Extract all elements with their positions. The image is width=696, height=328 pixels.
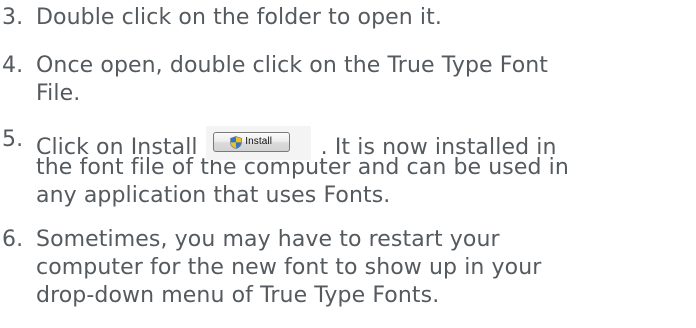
step-text: Once open, double click on the True Type… [36,52,686,108]
step-line: File. [36,81,81,106]
step-text: Double click on the folder to open it. [36,4,686,32]
install-button-screenshot: Install [205,126,311,160]
step-line: Sometimes, you may have to restart your [36,227,500,252]
step-line: drop-down menu of True Type Fonts. [36,283,440,308]
install-button-label: Install [245,136,273,147]
install-button[interactable]: Install [212,132,290,152]
step-line: the font file of the computer and can be… [36,155,569,180]
step-line: Double click on the folder to open it. [36,5,442,30]
step-3: 3. Double click on the folder to open it… [0,4,696,32]
uac-shield-icon [230,135,243,149]
step-number: 6. [2,227,24,252]
step-5: 5. Click on Install Install. It is now in… [0,126,696,210]
step-line-with-button: Click on Install Install. It is now insta… [36,126,686,160]
step-6: 6. Sometimes, you may have to restart yo… [0,226,696,310]
step-text: Click on Install Install. It is now insta… [36,126,686,210]
step-line: computer for the new font to show up in … [36,255,542,280]
step-line: any application that uses Fonts. [36,183,391,208]
step-4: 4. Once open, double click on the True T… [0,52,696,108]
step-number: 4. [2,53,24,78]
instruction-steps: 3. Double click on the folder to open it… [0,0,696,328]
step-number: 3. [2,5,24,30]
step-number: 5. [2,127,24,152]
step-line: Once open, double click on the True Type… [36,53,549,78]
step-text: Sometimes, you may have to restart your … [36,226,686,310]
